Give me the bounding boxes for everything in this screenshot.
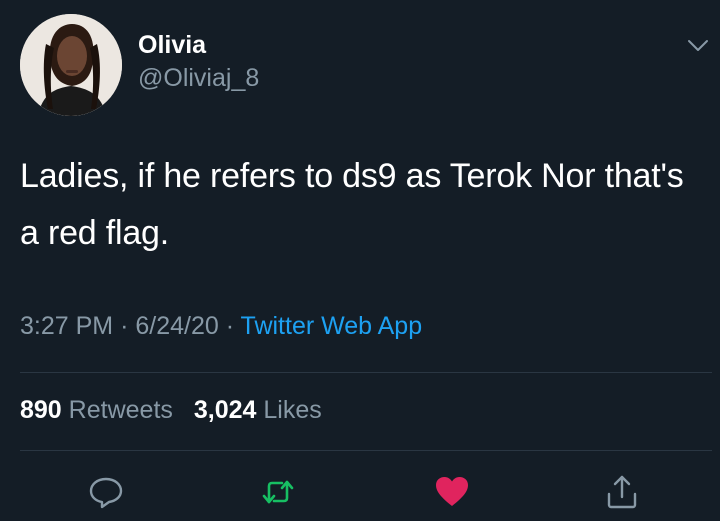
reply-icon[interactable] [86,472,126,512]
likes-count: 3,024 [193,396,257,424]
divider [20,372,712,373]
likes-stat[interactable]: 3,024 Likes [194,396,322,424]
tweet-header: Olivia @Oliviaj_8 [20,14,710,116]
author-names: Olivia @Oliviaj_8 [138,30,259,94]
retweets-stat[interactable]: 890 Retweets [20,396,173,424]
chevron-down-icon[interactable] [686,38,710,54]
display-name[interactable]: Olivia [138,30,259,60]
divider [20,450,712,451]
retweet-icon[interactable] [258,472,298,512]
tweet-stats: 890 Retweets 3,024 Likes [20,394,336,426]
action-bar [0,466,720,516]
tweet-text: Ladies, if he refers to ds9 as Terok Nor… [20,157,684,252]
meta-separator: · [120,312,129,340]
likes-label: Likes [263,396,322,424]
meta-separator: · [225,312,235,340]
tweet-time[interactable]: 3:27 PM [20,312,113,340]
retweets-label: Retweets [68,396,173,424]
tweet-card: Olivia @Oliviaj_8 Ladies, if he refers t… [0,0,720,521]
avatar[interactable] [20,14,122,116]
share-icon[interactable] [602,472,642,512]
tweet-source-link[interactable]: Twitter Web App [241,312,423,340]
heart-icon[interactable] [432,472,472,512]
user-handle[interactable]: @Oliviaj_8 [138,62,259,94]
tweet-meta: 3:27 PM · 6/24/20 · Twitter Web App [20,309,422,343]
retweets-count: 890 [20,396,62,424]
tweet-date[interactable]: 6/24/20 [135,312,218,340]
